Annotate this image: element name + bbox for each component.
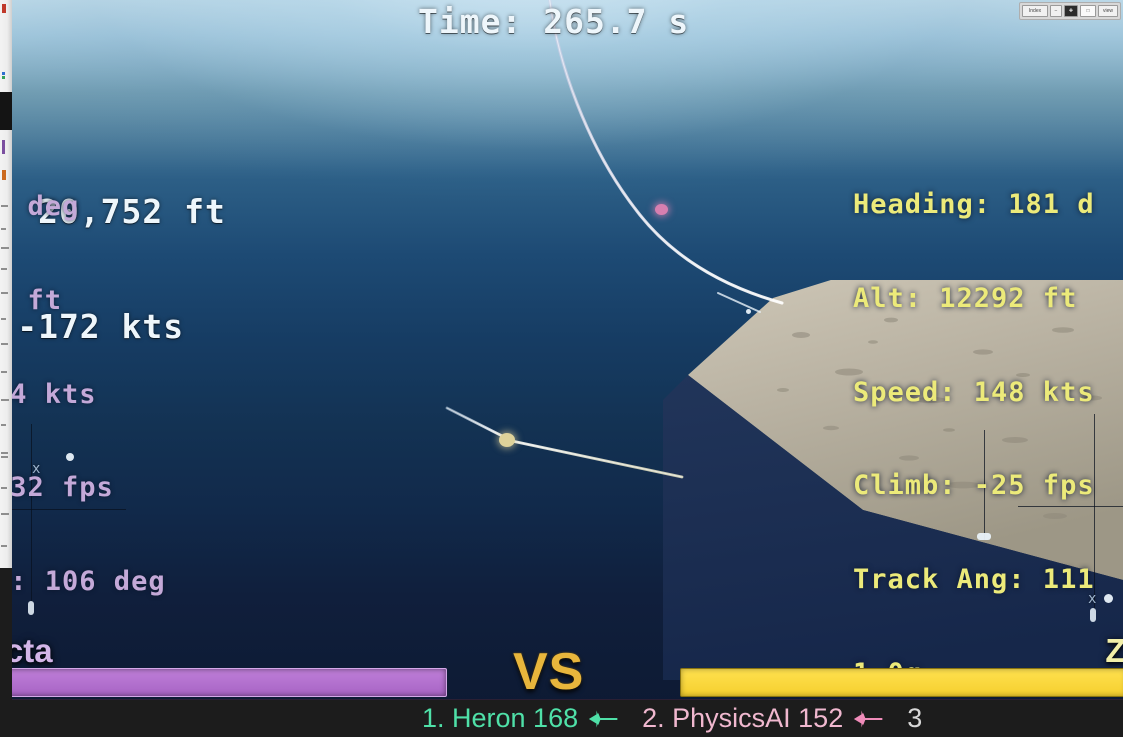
hud-time-line: Time: 265.7 s bbox=[418, 2, 690, 41]
toolbar-button-plus[interactable]: ✚ bbox=[1064, 5, 1078, 17]
game-viewport: x x e: 18 tance: 20,752 ft sure: -172 kt… bbox=[0, 0, 1123, 737]
ticker-entry-3-text: 3 bbox=[907, 703, 923, 733]
ticker-entry-3: 3 bbox=[897, 703, 928, 734]
mini-toolbar[interactable]: Index − ✚ □ view bbox=[1019, 2, 1121, 20]
plane-icon bbox=[854, 709, 883, 728]
left-page-sliver bbox=[0, 0, 12, 710]
plane-icon bbox=[588, 709, 618, 728]
toolbar-button-minus[interactable]: − bbox=[1050, 5, 1062, 17]
ticker-entry-1-text: 1. Heron 168 bbox=[422, 703, 579, 733]
hud-left-climb: o: -332 fps bbox=[0, 472, 114, 504]
hud-right-aircraft-panel: Heading: 181 d Alt: 12292 ft Speed: 148 … bbox=[853, 126, 1095, 737]
hud-right-climb: Climb: -25 fps bbox=[853, 470, 1095, 502]
toolbar-button-square[interactable]: □ bbox=[1080, 5, 1096, 17]
hud-left-track: k Ang: 106 deg bbox=[0, 566, 166, 598]
hud-left-alt: 25861 ft bbox=[0, 284, 63, 316]
toolbar-button-view[interactable]: view bbox=[1098, 5, 1118, 17]
hud-right-g: 1.0g bbox=[853, 658, 923, 690]
hud-right-speed: Speed: 148 kts bbox=[853, 376, 1095, 408]
leaderboard-ticker: 1. Heron 168 2. PhysicsAI 152 3 bbox=[0, 699, 1123, 737]
hud-score-line: e: 18 bbox=[0, 79, 226, 117]
hud-left-speed: l: 384 kts bbox=[0, 378, 97, 410]
hud-right-heading: Heading: 181 d bbox=[853, 188, 1095, 220]
hud-left-heading: ng: 7 deg bbox=[0, 190, 80, 222]
ticker-entry-1: 1. Heron 168 bbox=[422, 703, 632, 734]
ticker-entry-2: 2. PhysicsAI 152 bbox=[632, 703, 897, 734]
hud-left-aircraft-panel: ng: 7 deg 25861 ft l: 384 kts o: -332 fp… bbox=[0, 128, 166, 660]
toolbar-button-index[interactable]: Index bbox=[1022, 5, 1048, 17]
hud-right-alt: Alt: 12292 ft bbox=[853, 282, 1078, 314]
ticker-entry-2-text: 2. PhysicsAI 152 bbox=[642, 703, 844, 733]
ticker-content: 1. Heron 168 2. PhysicsAI 152 3 bbox=[422, 700, 928, 737]
hud-right-track: Track Ang: 111 bbox=[853, 564, 1095, 596]
